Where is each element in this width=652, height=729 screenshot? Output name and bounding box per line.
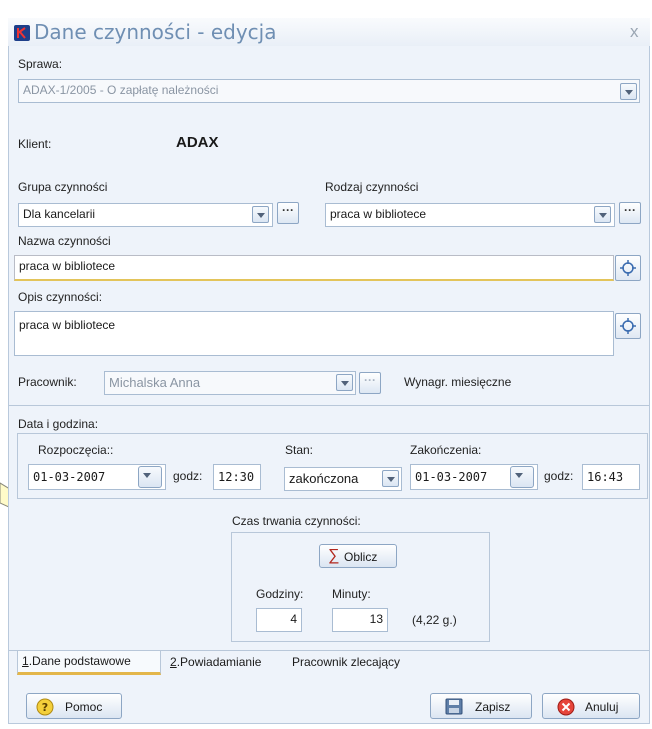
rodzaj-label: Rodzaj czynności [325, 180, 419, 194]
window-title: Dane czynności - edycja [34, 20, 277, 44]
pracownik-select[interactable]: Michalska Anna [104, 371, 356, 395]
grupa-dropdown-button[interactable] [252, 206, 269, 223]
hours-input[interactable]: 4 [256, 608, 302, 632]
anuluj-button[interactable]: Anuluj [542, 693, 640, 719]
klient-label: Klient: [18, 137, 52, 151]
close-icon[interactable]: x [630, 22, 639, 42]
wynagr-text: Wynagr. miesięczne [404, 375, 512, 389]
start-godz-label: godz: [173, 469, 203, 483]
opis-textarea[interactable]: praca w bibliotece [14, 311, 614, 356]
zapisz-button[interactable]: Zapisz [430, 693, 532, 719]
duration-label: Czas trwania czynności: [232, 514, 361, 528]
rozpoczecia-label: Rozpoczęcia:: [38, 443, 114, 457]
grupa-select[interactable]: Dla kancelarii [18, 203, 273, 227]
rodzaj-select[interactable]: praca w bibliotece [325, 203, 615, 227]
end-date-picker-button[interactable] [510, 466, 534, 488]
end-godz-label: godz: [544, 469, 574, 483]
tab-powiadamianie[interactable]: 2.Powiadamianie [170, 655, 261, 669]
tab-pracownik-zlecajacy[interactable]: Pracownik zlecający [292, 655, 400, 669]
duration-total: (4,22 g.) [412, 613, 457, 627]
sprawa-label: Sprawa: [18, 57, 63, 71]
datetime-label: Data i godzina: [18, 417, 99, 431]
sigma-icon: ∑ [328, 547, 340, 564]
app-icon [14, 25, 30, 41]
zakonczenia-label: Zakończenia: [410, 443, 482, 457]
rodzaj-more-button[interactable]: ··· [619, 202, 641, 224]
end-time-input[interactable]: 16:43 [582, 464, 640, 490]
crosshair-icon [620, 260, 636, 276]
cancel-icon [557, 698, 575, 716]
help-icon: ? [36, 698, 54, 716]
opis-pick-button[interactable] [615, 313, 641, 339]
klient-value: ADAX [176, 134, 219, 151]
start-time-input[interactable]: 12:30 [213, 464, 261, 490]
pracownik-dropdown-button[interactable] [336, 374, 353, 391]
stan-label: Stan: [285, 443, 314, 457]
pomoc-label: Pomoc [65, 700, 103, 714]
minutes-input[interactable]: 13 [332, 608, 388, 632]
oblicz-label: Oblicz [344, 550, 378, 564]
nazwa-label: Nazwa czynności [18, 234, 111, 248]
opis-label: Opis czynności: [18, 290, 103, 304]
nazwa-input[interactable]: praca w bibliotece [14, 255, 614, 281]
rodzaj-dropdown-button[interactable] [594, 206, 611, 223]
pomoc-button[interactable]: ? Pomoc [26, 693, 122, 719]
pracownik-label: Pracownik: [18, 375, 77, 389]
section-divider [9, 405, 649, 406]
minuty-label: Minuty: [332, 587, 371, 601]
grupa-label: Grupa czynności [18, 180, 108, 194]
tab-dane-podstawowe[interactable]: 1.Dane podstawowe [17, 651, 161, 675]
save-icon [445, 698, 463, 715]
zapisz-label: Zapisz [475, 700, 511, 714]
start-date-picker-button[interactable] [138, 466, 162, 488]
godziny-label: Godziny: [256, 587, 304, 601]
anuluj-label: Anuluj [585, 700, 619, 714]
oblicz-button[interactable]: ∑ Oblicz [319, 544, 397, 568]
grupa-more-button[interactable]: ··· [277, 202, 299, 224]
svg-text:?: ? [42, 701, 48, 714]
pracownik-more-button[interactable]: ··· [359, 372, 381, 394]
sprawa-dropdown-button[interactable] [620, 83, 637, 100]
nazwa-pick-button[interactable] [615, 255, 641, 281]
stan-dropdown-button[interactable] [382, 470, 399, 487]
crosshair-icon [620, 318, 636, 334]
sprawa-select[interactable]: ADAX-1/2005 - O zapłatę należności [18, 79, 640, 103]
